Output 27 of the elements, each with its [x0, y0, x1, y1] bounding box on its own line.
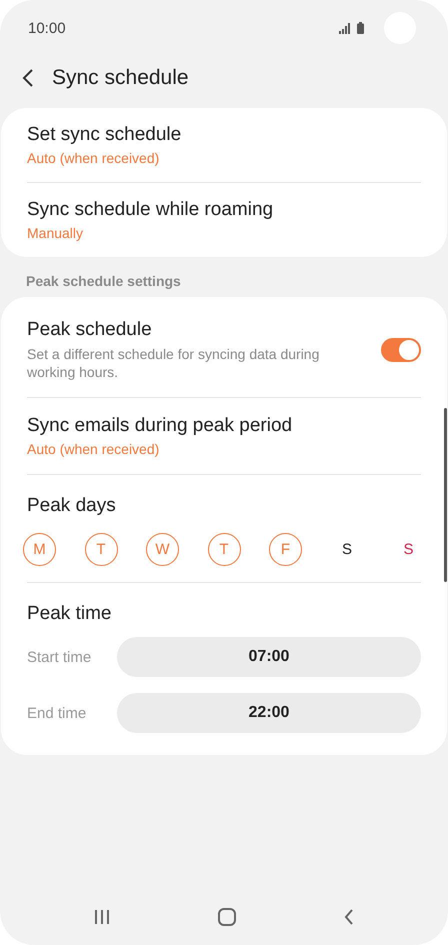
section-heading: Peak schedule settings	[25, 272, 182, 291]
status-time: 10:00	[28, 20, 67, 36]
back-button[interactable]	[22, 69, 34, 87]
back-nav-button[interactable]	[344, 909, 354, 925]
item-value: Auto (when received)	[27, 441, 160, 457]
item-title: Set sync schedule	[27, 124, 182, 146]
toggle-switch[interactable]	[381, 338, 421, 362]
home-button[interactable]	[218, 908, 236, 926]
screen-title: Sync schedule	[52, 66, 189, 90]
item-title: Peak time	[27, 603, 112, 625]
signal-icon	[339, 22, 351, 34]
item-title: Peak schedule	[27, 319, 153, 341]
recent-apps-button[interactable]	[94, 909, 110, 925]
item-title: Sync emails during peak period	[27, 415, 294, 437]
item-value: Manually	[27, 225, 84, 241]
time-button[interactable]: 22:00	[117, 693, 421, 733]
item-description: Set a different schedule for syncing data during working hours.	[27, 345, 320, 381]
settings-item[interactable]: Sync emails during peak period Auto (when received)	[27, 397, 421, 474]
item-title: Peak days	[27, 495, 117, 517]
time-label: End time	[27, 704, 88, 722]
settings-item[interactable]: Sync schedule while roaming Manually	[27, 182, 421, 257]
time-button[interactable]: 07:00	[117, 637, 421, 677]
item-title: Sync schedule while roaming	[27, 199, 274, 221]
battery-icon	[357, 22, 364, 34]
item-value: Auto (when received)	[27, 150, 160, 166]
time-label: Start time	[27, 648, 92, 666]
settings-item[interactable]: Set sync schedule Auto (when received)	[27, 108, 421, 182]
